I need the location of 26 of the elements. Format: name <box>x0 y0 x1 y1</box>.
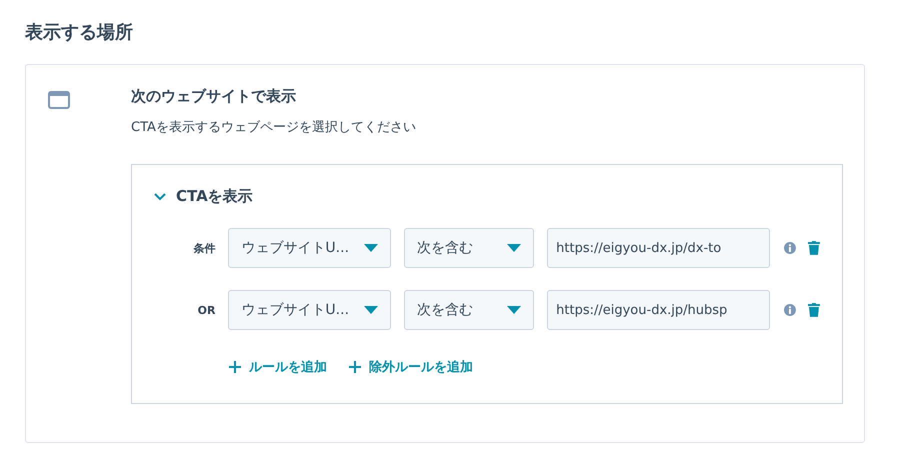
plus-icon <box>349 361 361 373</box>
property-dropdown[interactable]: ウェブサイトU... <box>228 228 392 268</box>
operator-dropdown[interactable]: 次を含む <box>404 228 534 268</box>
rule-label: OR <box>196 304 216 316</box>
info-icon[interactable] <box>784 304 796 316</box>
url-input-field[interactable]: https://eigyou-dx.jp/dx-to <box>547 228 770 268</box>
section-heading: 表示する場所 <box>25 21 134 44</box>
info-icon[interactable] <box>784 242 796 254</box>
rule-label: 条件 <box>192 240 216 256</box>
property-dropdown[interactable]: ウェブサイトU... <box>228 290 392 330</box>
add-rule-link[interactable]: 除外ルールを追加 <box>349 358 473 376</box>
url-input-field[interactable]: https://eigyou-dx.jp/hubsp <box>547 290 770 330</box>
rule-group-toggle[interactable]: CTAを表示 <box>154 187 253 206</box>
operator-dropdown[interactable]: 次を含む <box>404 290 534 330</box>
section-title: 次のウェブサイトで表示 <box>131 87 297 106</box>
section-description: CTAを表示するウェブページを選択してください <box>131 119 417 136</box>
trash-icon[interactable] <box>808 303 820 317</box>
caret-icon <box>507 306 522 314</box>
browser-window-icon <box>48 91 70 109</box>
caret-icon <box>507 244 522 252</box>
plus-icon <box>229 361 241 373</box>
trash-icon[interactable] <box>808 241 820 255</box>
caret-icon <box>364 306 378 314</box>
caret-icon <box>364 244 378 252</box>
chevron-icon <box>154 192 166 200</box>
add-rule-link[interactable]: ルールを追加 <box>229 358 327 376</box>
